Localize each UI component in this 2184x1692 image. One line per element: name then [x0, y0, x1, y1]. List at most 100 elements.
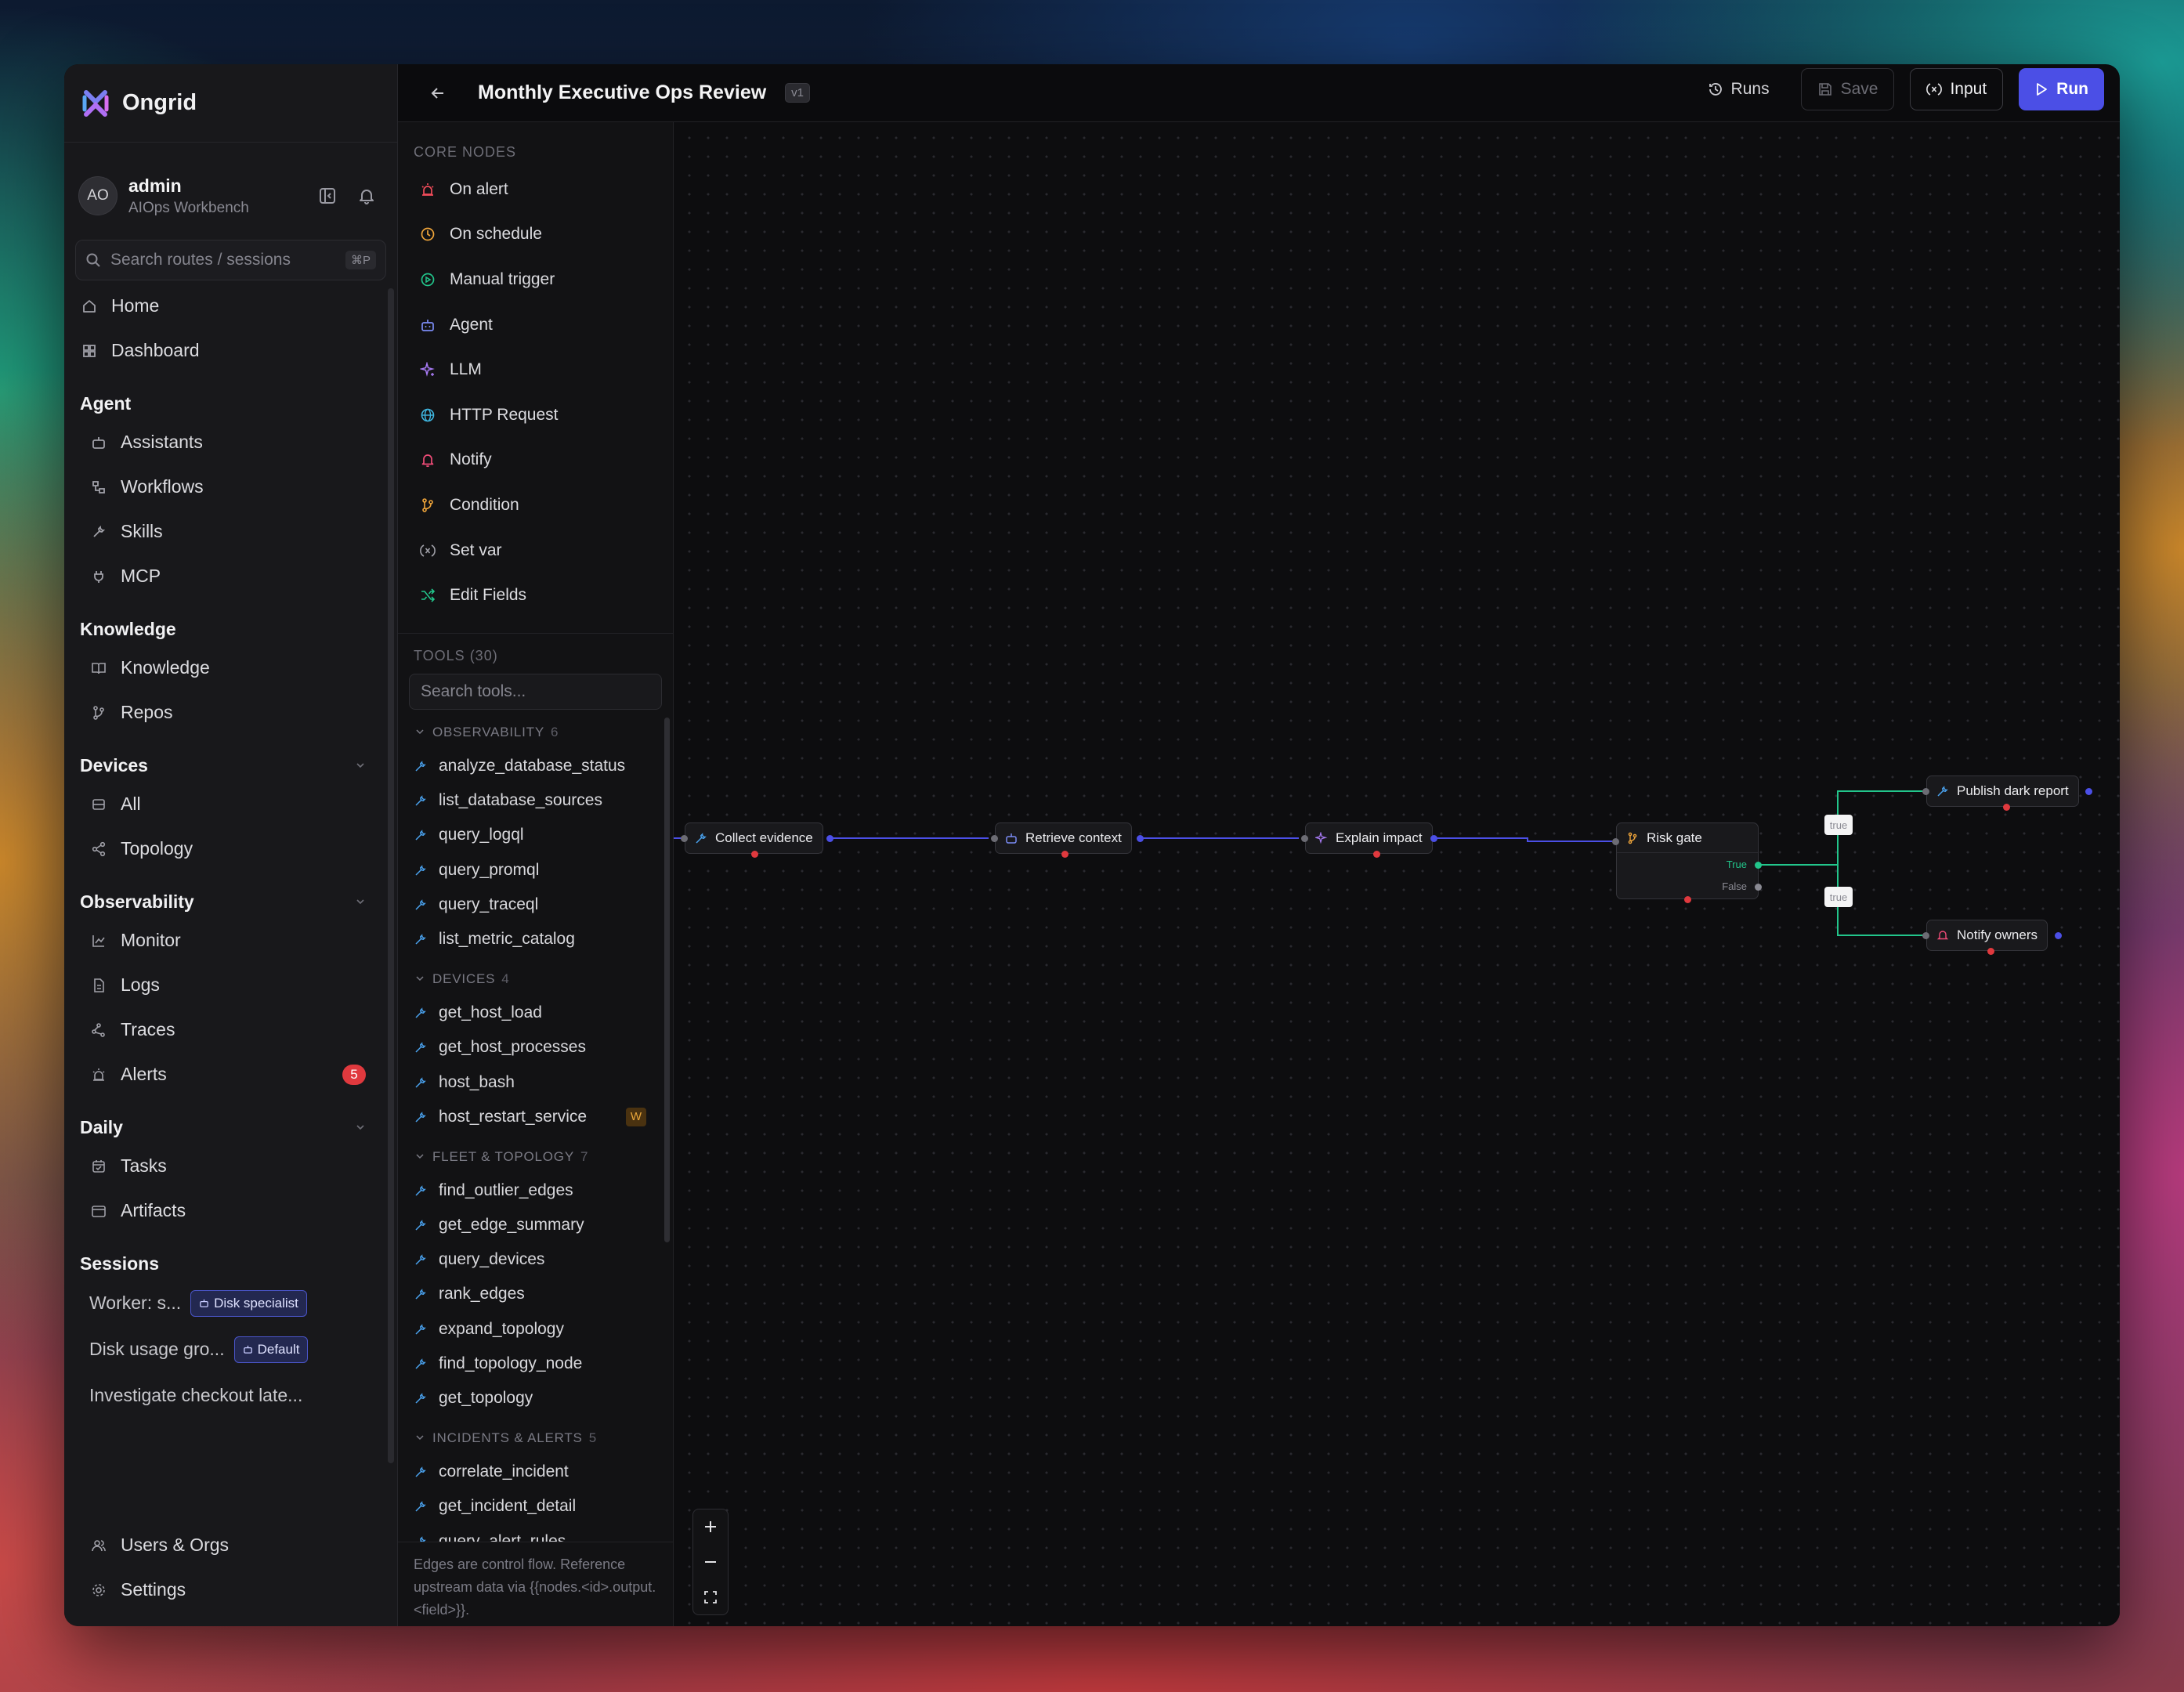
- port-in[interactable]: [681, 835, 688, 842]
- edge-label-true[interactable]: true: [1824, 887, 1853, 907]
- session-item[interactable]: Investigate checkout late...: [64, 1372, 397, 1419]
- port-in[interactable]: [1612, 838, 1619, 845]
- core-node-http-request[interactable]: HTTP Request: [398, 392, 673, 438]
- port-error[interactable]: [1684, 896, 1691, 903]
- sidebar-item-traces[interactable]: Traces: [64, 1007, 397, 1052]
- port-error[interactable]: [1061, 851, 1068, 858]
- sidebar-item-mcp[interactable]: MCP: [64, 554, 397, 598]
- avatar[interactable]: AO: [78, 176, 118, 215]
- tool-item[interactable]: expand_topology: [398, 1312, 673, 1347]
- runs-button[interactable]: Runs: [1692, 68, 1785, 110]
- sidebar-item-artifacts[interactable]: Artifacts: [64, 1188, 397, 1233]
- port-false[interactable]: [1755, 884, 1762, 891]
- node-risk-gate[interactable]: Risk gate True False: [1616, 822, 1759, 899]
- edge-label-true[interactable]: true: [1824, 815, 1853, 835]
- sidebar-item-alerts[interactable]: Alerts 5: [64, 1052, 397, 1097]
- tool-item[interactable]: query_promql: [398, 853, 673, 888]
- sidebar-item-skills[interactable]: Skills: [64, 509, 397, 554]
- port-out[interactable]: [826, 835, 833, 842]
- sidebar-item-assistants[interactable]: Assistants: [64, 420, 397, 465]
- node-explain-impact[interactable]: Explain impact: [1305, 822, 1433, 854]
- zoom-out-icon[interactable]: [703, 1554, 718, 1570]
- tool-item[interactable]: query_devices: [398, 1242, 673, 1277]
- tool-item[interactable]: get_host_load: [398, 996, 673, 1030]
- input-button[interactable]: Input: [1910, 68, 2004, 110]
- port-in[interactable]: [991, 835, 998, 842]
- sidebar-item-dashboard[interactable]: Dashboard: [64, 328, 397, 373]
- save-button[interactable]: Save: [1800, 68, 1895, 110]
- session-item[interactable]: Disk usage gro... Default: [64, 1326, 397, 1372]
- tool-search-input[interactable]: Search tools...: [409, 673, 662, 710]
- core-node-manual-trigger[interactable]: Manual trigger: [398, 257, 673, 302]
- tool-item[interactable]: get_edge_summary: [398, 1208, 673, 1242]
- tool-item[interactable]: list_database_sources: [398, 783, 673, 818]
- tool-item[interactable]: host_restart_service W: [398, 1100, 673, 1134]
- sidebar-item-settings[interactable]: Settings: [64, 1567, 397, 1612]
- tool-item[interactable]: analyze_database_status: [398, 749, 673, 783]
- core-node-condition[interactable]: Condition: [398, 483, 673, 528]
- nav-section-observability[interactable]: Observability: [64, 871, 397, 918]
- brand[interactable]: Ongrid: [64, 64, 397, 143]
- tool-group-fleet-topology[interactable]: FLEET & TOPOLOGY 7: [398, 1141, 673, 1173]
- run-button[interactable]: Run: [2019, 68, 2104, 110]
- sidebar-item-knowledge[interactable]: Knowledge: [64, 645, 397, 690]
- tool-group-incidents-alerts[interactable]: INCIDENTS & ALERTS 5: [398, 1422, 673, 1455]
- port-error[interactable]: [1987, 948, 1994, 955]
- node-notify-owners[interactable]: Notify owners: [1926, 920, 2048, 951]
- port-out[interactable]: [2085, 788, 2092, 795]
- zoom-in-icon[interactable]: [703, 1519, 718, 1535]
- bell-icon[interactable]: [358, 187, 375, 204]
- sidebar-item-topology[interactable]: Topology: [64, 826, 397, 871]
- workflow-canvas[interactable]: Collect evidence Retrieve context Explai…: [674, 122, 2120, 1626]
- node-collect-evidence[interactable]: Collect evidence: [685, 822, 823, 854]
- core-node-agent[interactable]: Agent: [398, 302, 673, 348]
- port-error[interactable]: [1373, 851, 1380, 858]
- core-node-on-alert[interactable]: On alert: [398, 167, 673, 212]
- core-node-llm[interactable]: LLM: [398, 347, 673, 392]
- sidebar-item-home[interactable]: Home: [64, 284, 397, 328]
- palette-scrollbar[interactable]: [664, 718, 670, 1242]
- nav-section-daily[interactable]: Daily: [64, 1097, 397, 1144]
- port-out[interactable]: [1137, 835, 1144, 842]
- core-node-edit-fields[interactable]: Edit Fields: [398, 573, 673, 618]
- sidebar-item-tasks[interactable]: Tasks: [64, 1144, 397, 1188]
- sidebar-scrollbar[interactable]: [388, 288, 394, 1463]
- sidebar-item-workflows[interactable]: Workflows: [64, 465, 397, 509]
- collapse-sidebar-icon[interactable]: [319, 187, 336, 204]
- port-in[interactable]: [1922, 932, 1929, 939]
- port-out[interactable]: [2055, 932, 2062, 939]
- session-item[interactable]: Worker: s... Disk specialist: [64, 1280, 397, 1326]
- sidebar-item-all-devices[interactable]: All: [64, 782, 397, 826]
- route-search-input[interactable]: Search routes / sessions ⌘P: [75, 240, 386, 280]
- core-node-on-schedule[interactable]: On schedule: [398, 212, 673, 258]
- tool-item[interactable]: find_outlier_edges: [398, 1173, 673, 1208]
- tool-group-devices[interactable]: DEVICES 4: [398, 963, 673, 996]
- tool-item[interactable]: get_topology: [398, 1381, 673, 1415]
- sidebar-item-monitor[interactable]: Monitor: [64, 918, 397, 963]
- core-node-notify[interactable]: Notify: [398, 438, 673, 483]
- nav-section-devices[interactable]: Devices: [64, 735, 397, 782]
- sidebar-item-users-orgs[interactable]: Users & Orgs: [64, 1523, 397, 1567]
- back-arrow-icon[interactable]: [429, 85, 447, 102]
- tool-item[interactable]: query_traceql: [398, 888, 673, 922]
- port-error[interactable]: [751, 851, 758, 858]
- tool-item[interactable]: get_host_processes: [398, 1030, 673, 1065]
- tool-group-observability[interactable]: OBSERVABILITY 6: [398, 716, 673, 749]
- port-out[interactable]: [1430, 835, 1437, 842]
- tool-item[interactable]: host_bash: [398, 1065, 673, 1099]
- tool-item[interactable]: get_incident_detail: [398, 1489, 673, 1524]
- sidebar-item-repos[interactable]: Repos: [64, 690, 397, 735]
- port-error[interactable]: [2003, 804, 2010, 811]
- port-true[interactable]: [1755, 862, 1762, 869]
- port-in[interactable]: [1922, 788, 1929, 795]
- tool-item[interactable]: query_logql: [398, 818, 673, 852]
- sidebar-item-logs[interactable]: Logs: [64, 963, 397, 1007]
- node-retrieve-context[interactable]: Retrieve context: [995, 822, 1132, 854]
- port-in[interactable]: [1301, 835, 1308, 842]
- tool-item[interactable]: rank_edges: [398, 1277, 673, 1311]
- tool-item[interactable]: find_topology_node: [398, 1347, 673, 1381]
- node-publish-dark-report[interactable]: Publish dark report: [1926, 776, 2079, 807]
- tool-item[interactable]: list_metric_catalog: [398, 922, 673, 956]
- fit-view-icon[interactable]: [703, 1589, 718, 1605]
- tool-item[interactable]: correlate_incident: [398, 1455, 673, 1489]
